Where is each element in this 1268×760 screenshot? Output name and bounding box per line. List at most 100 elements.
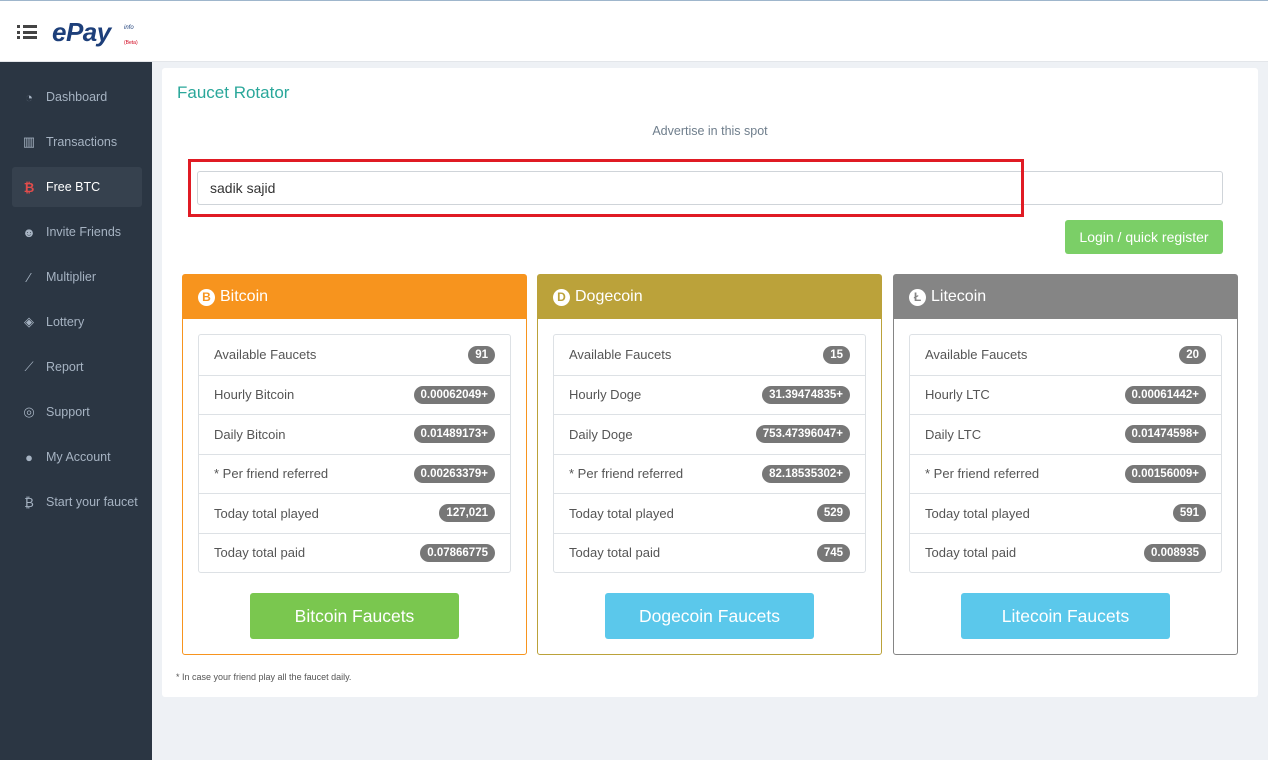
page-title: Faucet Rotator <box>177 83 290 102</box>
stat-badge: 0.00156009+ <box>1124 464 1206 483</box>
user-icon: ● <box>25 449 33 465</box>
panel-header: D Dogecoin <box>538 275 881 319</box>
sidebar-item-multiplier[interactable]: ⁄ Multiplier <box>12 257 142 297</box>
bitcoin-icon: B <box>198 288 215 306</box>
stat-badge: 591 <box>1172 504 1206 523</box>
stat-label: Hourly LTC <box>925 387 990 403</box>
list-item: Daily LTC 0.01474598+ <box>910 414 1221 454</box>
list-item: Today total paid 745 <box>554 532 865 573</box>
stat-badge: 753.47396047+ <box>755 425 850 444</box>
sidebar-item-label: Support <box>46 405 90 419</box>
sidebar-item-dashboard[interactable]: ◔ Dashboard <box>12 77 142 117</box>
login-register-button[interactable]: Login / quick register <box>1065 220 1223 254</box>
line-chart-icon: ⟋ <box>24 359 34 374</box>
logo[interactable]: ePay <box>52 17 111 48</box>
stat-label: Available Faucets <box>214 347 317 363</box>
dogecoin-icon: D <box>553 288 570 306</box>
list-item: * Per friend referred 0.00156009+ <box>910 453 1221 494</box>
menu-toggle-icon[interactable] <box>17 25 37 39</box>
beta-label: (Beta) <box>124 40 138 46</box>
stat-badge: 15 <box>823 345 850 364</box>
sidebar-item-label: Multiplier <box>46 270 97 284</box>
stat-label: Today total paid <box>214 545 306 561</box>
stat-label: Today total played <box>214 505 319 521</box>
stat-badge: 127,021 <box>439 504 495 523</box>
sidebar-item-report[interactable]: ⟋ Report <box>12 347 142 387</box>
sidebar-item-support[interactable]: ◎ Support <box>12 392 142 432</box>
stat-badge: 0.01489173+ <box>413 425 495 444</box>
stats-list: Available Faucets 91 Hourly Bitcoin 0.0006… <box>198 334 511 573</box>
stat-label: Available Faucets <box>925 347 1028 363</box>
list-item: Today total paid 0.008935 <box>910 532 1221 573</box>
dogecoin-panel: D Dogecoin Available Faucets 15 Hourly Do… <box>537 274 882 655</box>
stat-badge: 0.008935 <box>1144 543 1206 562</box>
dogecoin-faucets-button[interactable]: Dogecoin Faucets <box>605 593 814 639</box>
panel-title: Litecoin <box>931 288 987 305</box>
panel-title: Dogecoin <box>575 288 643 305</box>
stat-label: * Per friend referred <box>925 466 1040 482</box>
list-item: Available Faucets 91 <box>199 335 510 375</box>
sidebar-item-label: Report <box>46 360 84 374</box>
sidebar-item-my-account[interactable]: ● My Account <box>12 437 142 477</box>
bar-chart-icon: ▥ <box>22 134 36 149</box>
bitcoin-icon: ₿ <box>23 179 35 195</box>
stat-badge: 91 <box>468 345 495 364</box>
panel-header: B Bitcoin <box>183 275 526 319</box>
list-item: * Per friend referred 0.00263379+ <box>199 453 510 494</box>
stat-badge: 0.00062049+ <box>413 385 495 404</box>
list-item: Hourly Doge 31.39474835+ <box>554 374 865 415</box>
list-item: Hourly Bitcoin 0.00062049+ <box>199 374 510 415</box>
stats-list: Available Faucets 15 Hourly Doge 31.394748… <box>553 334 866 573</box>
list-item: Today total paid 0.07866775 <box>199 532 510 573</box>
sidebar: ◔ Dashboard ▥ Transactions ₿ Free BTC ☻ … <box>0 62 152 760</box>
stat-badge: 745 <box>816 543 850 562</box>
top-header: ePay info (Beta) <box>0 0 1268 62</box>
footnote: * In case your friend play all the fauce… <box>176 672 352 682</box>
stat-badge: 0.00263379+ <box>413 464 495 483</box>
litecoin-panel: Ł Litecoin Available Faucets 20 Hourly LT… <box>893 274 1238 655</box>
sidebar-item-label: Free BTC <box>46 180 101 194</box>
magic-wand-icon: ⁄ <box>27 269 31 285</box>
users-icon: ☻ <box>22 224 36 240</box>
sidebar-item-label: My Account <box>46 450 111 464</box>
stat-label: Today total paid <box>569 545 661 561</box>
stat-badge: 0.07866775 <box>420 543 495 562</box>
tachometer-icon: ◔ <box>25 89 33 105</box>
stat-label: Today total played <box>569 505 674 521</box>
stat-label: Hourly Doge <box>569 387 642 403</box>
sidebar-item-transactions[interactable]: ▥ Transactions <box>12 122 142 162</box>
list-item: Hourly LTC 0.00061442+ <box>910 374 1221 415</box>
list-item: * Per friend referred 82.18535302+ <box>554 453 865 494</box>
panel-header: Ł Litecoin <box>894 275 1237 319</box>
sidebar-item-free-btc[interactable]: ₿ Free BTC <box>12 167 142 207</box>
list-item: Today total played 529 <box>554 493 865 533</box>
stat-label: Daily Bitcoin <box>214 426 286 442</box>
stat-label: * Per friend referred <box>569 466 684 482</box>
life-ring-icon: ◎ <box>23 404 35 419</box>
wallet-address-input[interactable] <box>197 171 1223 205</box>
stat-badge: 20 <box>1179 345 1206 364</box>
ticket-icon: ◈ <box>24 314 34 329</box>
sidebar-item-invite-friends[interactable]: ☻ Invite Friends <box>12 212 142 252</box>
list-item: Available Faucets 15 <box>554 335 865 375</box>
list-item: Daily Bitcoin 0.01489173+ <box>199 414 510 454</box>
logo-superscript: info <box>124 25 134 31</box>
stat-label: Hourly Bitcoin <box>214 387 295 403</box>
litecoin-faucets-button[interactable]: Litecoin Faucets <box>961 593 1170 639</box>
stat-label: Available Faucets <box>569 347 672 363</box>
sidebar-item-label: Invite Friends <box>46 225 122 239</box>
bitcoin-faucets-button[interactable]: Bitcoin Faucets <box>250 593 459 639</box>
sidebar-item-label: Start your faucet <box>46 495 138 509</box>
stat-badge: 529 <box>816 504 850 523</box>
sidebar-item-lottery[interactable]: ◈ Lottery <box>12 302 142 342</box>
sidebar-item-start-your-faucet[interactable]: ₿ Start your faucet <box>12 482 142 522</box>
stat-badge: 82.18535302+ <box>762 464 850 483</box>
main-panel: Faucet Rotator Advertise in this spot Lo… <box>162 68 1258 697</box>
stat-badge: 0.00061442+ <box>1124 385 1206 404</box>
sidebar-item-label: Lottery <box>46 315 85 329</box>
litecoin-icon: Ł <box>909 288 926 306</box>
stat-label: Today total paid <box>925 545 1017 561</box>
advertise-link[interactable]: Advertise in this spot <box>162 124 1258 138</box>
list-item: Available Faucets 20 <box>910 335 1221 375</box>
bitcoin-icon: ₿ <box>24 494 34 510</box>
